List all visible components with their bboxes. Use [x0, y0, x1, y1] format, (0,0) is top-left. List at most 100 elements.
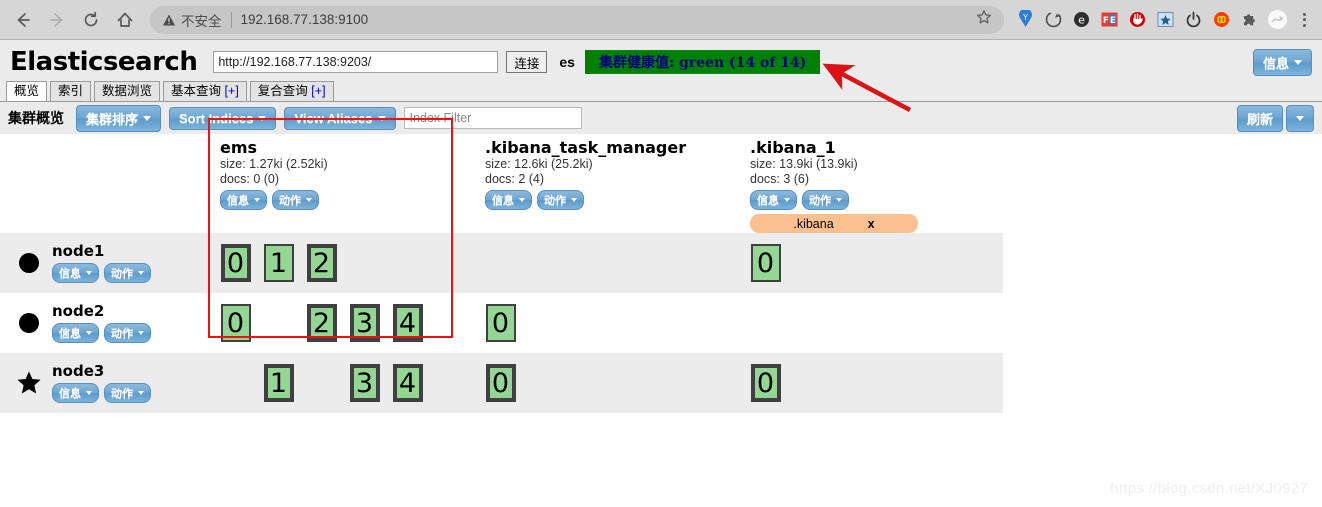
node-name: node3	[52, 362, 105, 380]
bookmark-star-extension-icon[interactable]	[1152, 7, 1178, 33]
profile-avatar-icon[interactable]	[1264, 7, 1290, 33]
index-action-button[interactable]: 动作	[272, 190, 319, 210]
host-input[interactable]	[213, 51, 499, 73]
url-text[interactable]: 192.168.77.138:9100	[241, 12, 969, 27]
node-action-button[interactable]: 动作	[104, 323, 151, 343]
power-extension-icon[interactable]	[1180, 7, 1206, 33]
node-info-button[interactable]: 信息	[52, 263, 99, 283]
shard-box[interactable]: 3	[349, 304, 380, 342]
omnibox-divider	[230, 11, 232, 28]
node-cell-node3: node3 信息 动作	[0, 353, 208, 413]
yandex-extension-icon[interactable]: Y	[1012, 7, 1038, 33]
tab-indices-label: 索引	[58, 84, 84, 98]
chevron-down-icon	[86, 331, 92, 335]
shard-cell-node3-ems: 1 3 4	[208, 353, 473, 413]
cluster-overview-table: ems size: 1.27ki (2.52ki) docs: 0 (0) 信息…	[0, 134, 1003, 413]
tab-overview[interactable]: 概览	[6, 81, 48, 101]
view-aliases-button[interactable]: View Aliases	[284, 106, 396, 130]
svg-text:e: e	[1078, 14, 1085, 27]
index-action-button[interactable]: 动作	[802, 190, 849, 210]
index-info-button[interactable]: 信息	[485, 190, 532, 210]
shard-box[interactable]: 0	[220, 304, 251, 342]
shard-box[interactable]: 0	[485, 304, 516, 342]
shard-box[interactable]: 0	[750, 364, 781, 402]
node-action-button[interactable]: 动作	[104, 383, 151, 403]
shard-box[interactable]: 3	[349, 364, 380, 402]
header-info-button[interactable]: 信息	[1252, 48, 1312, 76]
refresh-button[interactable]: 刷新	[1236, 104, 1283, 132]
back-arrow-icon[interactable]	[8, 5, 38, 35]
kebab-menu-icon[interactable]	[1292, 12, 1316, 27]
chevron-down-icon	[86, 391, 92, 395]
evernote-extension-icon[interactable]: e	[1068, 7, 1094, 33]
index-header-ems: ems size: 1.27ki (2.52ki) docs: 0 (0) 信息…	[208, 134, 473, 233]
connect-button[interactable]: 连接	[506, 51, 548, 73]
svg-text:E: E	[1109, 16, 1115, 26]
chevron-down-icon	[254, 198, 260, 202]
node-info-button[interactable]: 信息	[52, 323, 99, 343]
tab-indices[interactable]: 索引	[50, 81, 92, 101]
index-action-label: 动作	[279, 195, 301, 207]
shard-cell-node3-kibana-1: 0	[738, 353, 1003, 413]
shard-cell-node1-ems: 0 1 2	[208, 233, 473, 293]
alias-close-icon[interactable]: x	[868, 217, 875, 231]
node-cell-node2: node2 信息 动作	[0, 293, 208, 353]
shard-box[interactable]: 2	[306, 244, 337, 282]
shard-box[interactable]: 0	[750, 244, 781, 282]
puzzle-extension-icon[interactable]	[1236, 7, 1262, 33]
sort-indices-button[interactable]: Sort Indices	[169, 106, 277, 130]
tab-overview-label: 概览	[14, 84, 40, 98]
shard-box[interactable]: 2	[306, 304, 337, 342]
tab-bar: 概览 索引 数据浏览 基本查询 [+] 复合查询 [+]	[0, 80, 1322, 102]
address-bar[interactable]: 不安全 192.168.77.138:9100	[150, 5, 1004, 34]
tab-composite-query-plus[interactable]: [+]	[311, 84, 325, 98]
node-action-button[interactable]: 动作	[104, 263, 151, 283]
shard-box[interactable]: 4	[392, 364, 423, 402]
shard-box[interactable]: 0	[485, 364, 516, 402]
node-name: node1	[52, 242, 105, 260]
sort-cluster-button[interactable]: 集群排序	[76, 104, 162, 132]
circle-icon	[12, 251, 46, 275]
chevron-down-icon	[571, 198, 577, 202]
shard-box[interactable]: 1	[263, 364, 294, 402]
index-header-kibana-1: .kibana_1 size: 13.9ki (13.9ki) docs: 3 …	[738, 134, 1003, 233]
chevron-down-icon	[143, 115, 152, 121]
index-size: size: 12.6ki (25.2ki)	[485, 157, 593, 171]
node-info-label: 信息	[59, 388, 81, 400]
index-header-row: ems size: 1.27ki (2.52ki) docs: 0 (0) 信息…	[0, 134, 1003, 233]
page-title: Elasticsearch	[10, 47, 198, 77]
reload-icon[interactable]	[76, 5, 106, 35]
node-info-label: 信息	[59, 268, 81, 280]
svg-text:F: F	[1102, 16, 1108, 26]
shard-box[interactable]: 4	[392, 304, 423, 342]
index-name: ems	[220, 138, 258, 157]
node-info-button[interactable]: 信息	[52, 383, 99, 403]
tab-basic-query-plus[interactable]: [+]	[225, 84, 239, 98]
index-info-button[interactable]: 信息	[750, 190, 797, 210]
infinity-extension-icon[interactable]	[1208, 7, 1234, 33]
browser-toolbar: 不安全 192.168.77.138:9100 Y e FE	[0, 0, 1322, 40]
refresh-options-button[interactable]	[1286, 104, 1314, 132]
tab-composite-query[interactable]: 复合查询 [+]	[249, 81, 334, 101]
node-action-label: 动作	[111, 328, 133, 340]
home-icon[interactable]	[110, 5, 140, 35]
chevron-down-icon	[258, 115, 267, 121]
shard-box[interactable]: 1	[263, 244, 294, 282]
index-action-label: 动作	[809, 195, 831, 207]
tab-browser[interactable]: 数据浏览	[94, 81, 161, 101]
tab-basic-query[interactable]: 基本查询 [+]	[163, 81, 247, 101]
shard-box[interactable]: 0	[220, 244, 251, 282]
adblock-extension-icon[interactable]	[1124, 7, 1150, 33]
forward-arrow-icon[interactable]	[42, 5, 72, 35]
star-icon[interactable]	[968, 9, 1000, 30]
index-action-button[interactable]: 动作	[537, 190, 584, 210]
index-docs: docs: 2 (4)	[485, 172, 545, 186]
index-filter-input[interactable]	[403, 107, 582, 129]
feedly-extension-icon[interactable]: FE	[1096, 7, 1122, 33]
chevron-down-icon	[306, 198, 312, 202]
alias-badge[interactable]: .kibana x	[750, 214, 918, 233]
tab-basic-query-label: 基本查询	[171, 84, 222, 98]
shard-cell-node2-kibana-1	[738, 293, 1003, 353]
index-info-button[interactable]: 信息	[220, 190, 267, 210]
sync-extension-icon[interactable]	[1040, 7, 1066, 33]
